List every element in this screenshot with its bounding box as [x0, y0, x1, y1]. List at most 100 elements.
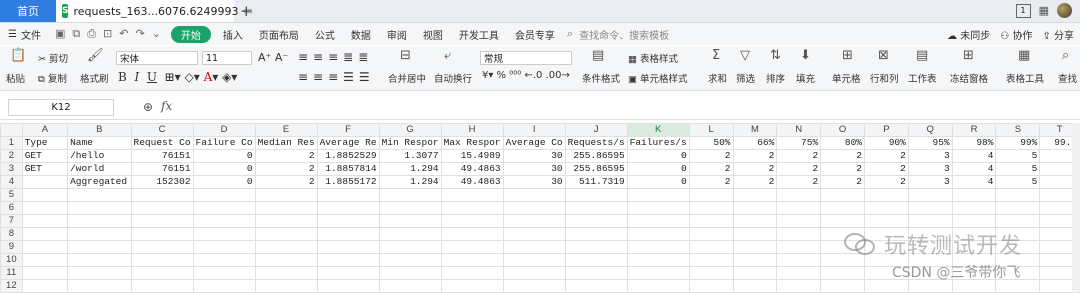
cell[interactable] [378, 240, 442, 254]
cell[interactable]: 0 [626, 162, 690, 176]
freeze-icon[interactable]: ⊞ [963, 48, 974, 63]
cell[interactable]: 98% [951, 136, 997, 150]
cell[interactable]: /hello [67, 149, 132, 163]
search-command-input[interactable]: 查找命令、搜索模板 [573, 27, 669, 42]
row-col-icon[interactable]: ⊠ [878, 48, 889, 63]
cell[interactable] [564, 188, 628, 202]
grid-icon[interactable]: ▦ [1039, 4, 1049, 17]
row-header[interactable]: 10 [0, 253, 23, 267]
row-col-button[interactable]: 行和列 [870, 71, 899, 85]
cell[interactable]: 0 [626, 149, 690, 163]
cell[interactable]: 90% [863, 136, 909, 150]
cell[interactable]: 0 [192, 175, 256, 189]
cell[interactable] [130, 201, 194, 215]
cell[interactable]: Request Co [130, 136, 194, 150]
cell[interactable]: 2 [820, 149, 865, 163]
cell[interactable] [907, 188, 953, 202]
row-header[interactable]: 1 [0, 136, 23, 150]
cell[interactable] [907, 214, 953, 228]
fill-button[interactable]: 填充 [796, 71, 815, 85]
cell[interactable]: 80% [820, 136, 865, 150]
number-format-select[interactable]: 常规 [480, 51, 572, 65]
cell[interactable] [820, 214, 865, 228]
cell[interactable]: Average Re [316, 136, 380, 150]
cell[interactable]: 76151 [130, 149, 194, 163]
cell[interactable] [688, 266, 734, 280]
column-header[interactable]: A [21, 123, 69, 137]
cell[interactable]: Aggregated [67, 175, 132, 189]
cell[interactable] [863, 201, 909, 215]
cell[interactable]: 76151 [130, 162, 194, 176]
find-icon[interactable]: ⌕ [1062, 48, 1069, 63]
cell[interactable] [502, 201, 566, 215]
cell[interactable] [130, 266, 194, 280]
print-icon[interactable]: ⎙ [87, 27, 96, 41]
cell[interactable] [776, 240, 822, 254]
menu-insert[interactable]: 插入 [215, 27, 251, 42]
cell[interactable] [502, 188, 566, 202]
preview-icon[interactable]: ⊡ [103, 27, 112, 41]
cell-button[interactable]: 单元格 [832, 71, 861, 85]
cell[interactable] [130, 240, 194, 254]
cell[interactable]: 3 [907, 162, 953, 176]
cell[interactable] [67, 240, 132, 254]
cell[interactable] [67, 201, 132, 215]
row-header[interactable]: 2 [0, 149, 23, 163]
column-header[interactable]: D [192, 123, 256, 137]
cell[interactable] [378, 227, 442, 241]
cell[interactable] [951, 188, 997, 202]
cell[interactable] [626, 214, 690, 228]
cell[interactable]: 3 [907, 175, 953, 189]
cell[interactable] [776, 201, 822, 215]
cell[interactable] [688, 214, 734, 228]
cell[interactable] [254, 188, 318, 202]
cell[interactable] [951, 214, 997, 228]
cell[interactable] [820, 266, 865, 280]
cell[interactable]: 2 [732, 162, 778, 176]
copy-button[interactable]: ⧉ 复制 [38, 71, 67, 85]
cell[interactable] [820, 188, 865, 202]
cell[interactable]: 4 [951, 162, 997, 176]
cell[interactable]: 1.294 [378, 175, 442, 189]
paste-button[interactable]: 粘贴 [6, 71, 25, 85]
cell[interactable] [732, 201, 778, 215]
cell[interactable] [440, 240, 504, 254]
cell[interactable]: 152302 [130, 175, 194, 189]
cell[interactable] [564, 227, 628, 241]
menu-home[interactable]: 开始 [170, 25, 211, 43]
export-icon[interactable]: ⧉ [72, 27, 80, 41]
cell[interactable]: 2 [688, 175, 734, 189]
cell[interactable]: 2 [732, 149, 778, 163]
cell[interactable] [378, 214, 442, 228]
collab-button[interactable]: ⚇ 协作 [1000, 27, 1032, 42]
merge-center-icon[interactable]: ⊟ [400, 48, 411, 63]
cell[interactable]: Type [21, 136, 69, 150]
format-painter-icon[interactable]: 🖌 [87, 48, 104, 63]
cell[interactable] [502, 227, 566, 241]
cell[interactable] [626, 201, 690, 215]
conditional-format-button[interactable]: 条件格式 [582, 71, 620, 85]
cell[interactable] [254, 201, 318, 215]
cell[interactable] [688, 227, 734, 241]
cell[interactable]: 30 [502, 149, 566, 163]
worksheet-icon[interactable]: ▤ [916, 48, 928, 63]
cell[interactable] [688, 253, 734, 267]
cell[interactable] [564, 253, 628, 267]
cell[interactable]: 66% [732, 136, 778, 150]
cell[interactable]: 255.86595 [564, 162, 628, 176]
cell[interactable]: Requests/s [564, 136, 628, 150]
cell[interactable] [776, 266, 822, 280]
cell[interactable]: 4 [951, 149, 997, 163]
menu-formula[interactable]: 公式 [307, 27, 343, 42]
cell[interactable]: Max Respor [440, 136, 504, 150]
cell[interactable] [440, 227, 504, 241]
sum-button[interactable]: 求和 [708, 71, 727, 85]
cell[interactable] [254, 240, 318, 254]
cell[interactable] [820, 201, 865, 215]
cell[interactable] [863, 214, 909, 228]
cell[interactable] [440, 214, 504, 228]
cell[interactable]: 95% [907, 136, 953, 150]
cell[interactable] [316, 253, 380, 267]
filter-icon[interactable]: ▽ [740, 48, 750, 63]
cell[interactable]: 1.8852529 [316, 149, 380, 163]
